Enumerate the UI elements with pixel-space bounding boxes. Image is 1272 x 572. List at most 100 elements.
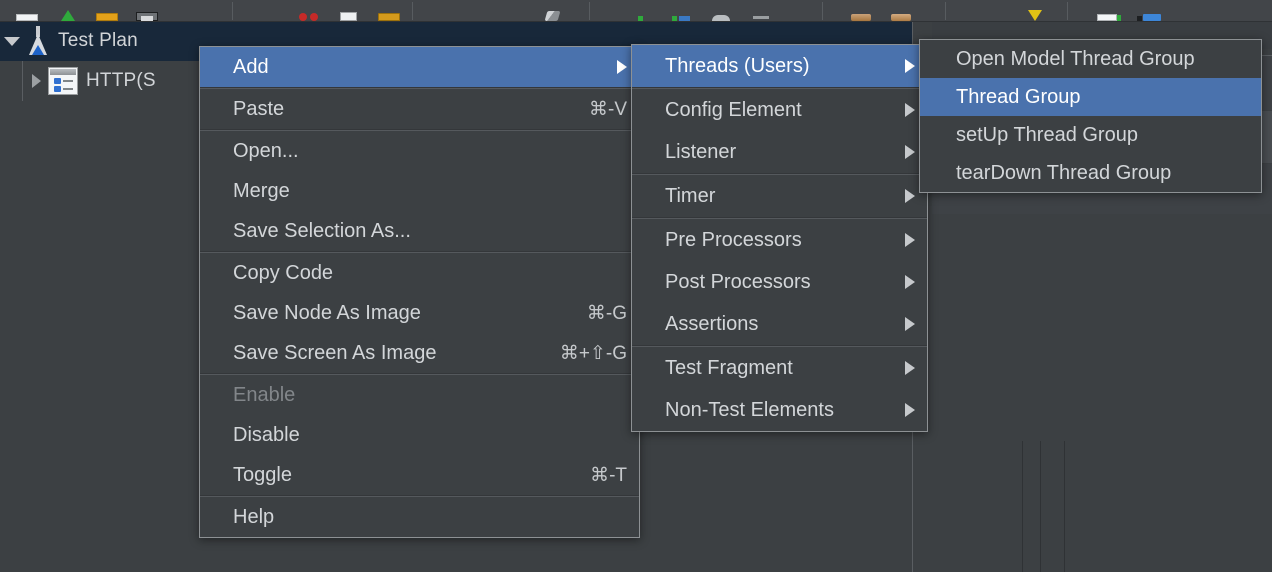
menu-item-label: Copy Code (233, 262, 333, 285)
menu-item-save-selection-as[interactable]: Save Selection As... (200, 211, 639, 251)
menu-item-label: Thread Group (956, 86, 1081, 109)
templates-icon[interactable] (54, 9, 80, 21)
cut-icon[interactable] (296, 9, 322, 21)
chevron-right-icon (905, 317, 915, 331)
menu-item-merge[interactable]: Merge (200, 171, 639, 211)
function-helper-icon[interactable] (1095, 9, 1121, 21)
menu-item-label: Post Processors (665, 271, 811, 294)
menu-item-timer[interactable]: Timer (632, 175, 927, 217)
menu-item-save-node-as-image[interactable]: Save Node As Image ⌘-G (200, 293, 639, 333)
menu-item-label: Paste (233, 98, 284, 121)
menu-item-disable[interactable]: Disable (200, 415, 639, 455)
stop-icon[interactable] (748, 9, 774, 21)
chevron-right-icon (905, 233, 915, 247)
menu-item-label: Timer (665, 185, 715, 208)
menu-item-save-screen-as-image[interactable]: Save Screen As Image ⌘+⇧-G (200, 333, 639, 373)
menu-item-setup-thread-group[interactable]: setUp Thread Group (920, 116, 1261, 154)
chevron-right-icon (905, 59, 915, 73)
expand-all-icon[interactable] (540, 9, 566, 21)
menu-item-label: Threads (Users) (665, 55, 809, 78)
menu-item-test-fragment[interactable]: Test Fragment (632, 347, 927, 389)
menu-item-label: Test Fragment (665, 357, 793, 380)
menu-item-post-processors[interactable]: Post Processors (632, 261, 927, 303)
menu-item-accelerator: ⌘+⇧-G (532, 342, 627, 365)
collapse-all-icon[interactable] (628, 9, 654, 21)
menu-item-label: Merge (233, 180, 290, 203)
toolbar-group-file (14, 0, 160, 21)
menu-item-open[interactable]: Open... (200, 131, 639, 171)
menu-item-non-test-elements[interactable]: Non-Test Elements (632, 389, 927, 431)
menu-item-assertions[interactable]: Assertions (632, 303, 927, 345)
toolbar-group-tree (540, 0, 566, 21)
toolbar-separator-5 (945, 2, 946, 20)
menu-item-label: Open... (233, 140, 299, 163)
menu-item-label: setUp Thread Group (956, 124, 1138, 147)
clear-icon[interactable] (848, 9, 874, 21)
chevron-right-icon (905, 275, 915, 289)
paste-icon[interactable] (376, 9, 402, 21)
tree-node-label: Test Plan (58, 30, 138, 52)
editor-column-divider-2 (1040, 441, 1041, 572)
menu-item-label: Add (233, 56, 269, 79)
toolbar-group-run (628, 0, 774, 21)
chevron-right-icon (905, 361, 915, 375)
menu-item-thread-group[interactable]: Thread Group (920, 78, 1261, 116)
chevron-right-icon[interactable] (24, 74, 48, 88)
toggle-icon[interactable] (668, 9, 694, 21)
chevron-right-icon (905, 103, 915, 117)
menu-item-label: Non-Test Elements (665, 399, 834, 422)
menu-item-label: Config Element (665, 99, 802, 122)
menu-item-enable: Enable (200, 375, 639, 415)
menu-item-toggle[interactable]: Toggle ⌘-T (200, 455, 639, 495)
chevron-right-icon (905, 145, 915, 159)
clear-all-icon[interactable] (888, 9, 914, 21)
save-icon[interactable] (134, 9, 160, 21)
search-funnel-icon[interactable] (1020, 9, 1046, 21)
open-folder-icon[interactable] (94, 9, 120, 21)
toolbar-group-search (1020, 0, 1046, 21)
toolbar-separator-2 (412, 2, 413, 20)
threads-users-submenu: Open Model Thread Group Thread Group set… (919, 39, 1262, 193)
menu-item-paste[interactable]: Paste ⌘-V (200, 89, 639, 129)
menu-item-accelerator: ⌘-V (561, 98, 627, 121)
menu-item-config-element[interactable]: Config Element (632, 89, 927, 131)
new-test-plan-icon[interactable] (14, 9, 40, 21)
help-icon[interactable] (1135, 9, 1161, 21)
menu-item-listener[interactable]: Listener (632, 131, 927, 173)
add-submenu: Threads (Users) Config Element Listener … (631, 44, 928, 432)
menu-item-copy-code[interactable]: Copy Code (200, 253, 639, 293)
menu-item-accelerator: ⌘-T (562, 464, 627, 487)
toolbar-separator-1 (232, 2, 233, 20)
menu-item-label: Save Selection As... (233, 220, 411, 243)
chevron-down-icon[interactable] (0, 37, 24, 46)
http-test-script-recorder-icon (48, 67, 78, 95)
menu-item-open-model-thread-group[interactable]: Open Model Thread Group (920, 40, 1261, 78)
menu-item-label: tearDown Thread Group (956, 162, 1171, 185)
menu-item-label: Open Model Thread Group (956, 48, 1195, 71)
start-run-icon[interactable] (708, 9, 734, 21)
menu-item-add[interactable]: Add (200, 47, 639, 87)
menu-item-accelerator: ⌘-G (559, 302, 627, 325)
chevron-right-icon (905, 189, 915, 203)
menu-item-label: Assertions (665, 313, 758, 336)
tree-node-label: HTTP(S (86, 70, 156, 92)
menu-item-label: Help (233, 506, 274, 529)
menu-item-label: Disable (233, 424, 300, 447)
menu-item-help[interactable]: Help (200, 497, 639, 537)
editor-column-divider-1 (1022, 441, 1023, 572)
main-toolbar (0, 0, 1272, 22)
menu-item-label: Save Screen As Image (233, 342, 436, 365)
chevron-right-icon (905, 403, 915, 417)
toolbar-separator-4 (822, 2, 823, 20)
chevron-right-icon (617, 60, 627, 74)
menu-item-label: Enable (233, 384, 295, 407)
toolbar-group-help (1095, 0, 1161, 21)
toolbar-group-clear (848, 0, 914, 21)
menu-item-threads-users[interactable]: Threads (Users) (632, 45, 927, 87)
menu-item-pre-processors[interactable]: Pre Processors (632, 219, 927, 261)
menu-item-teardown-thread-group[interactable]: tearDown Thread Group (920, 154, 1261, 192)
copy-icon[interactable] (336, 9, 362, 21)
toolbar-group-edit (296, 0, 402, 21)
editor-band-4 (932, 215, 1272, 572)
menu-item-label: Pre Processors (665, 229, 802, 252)
